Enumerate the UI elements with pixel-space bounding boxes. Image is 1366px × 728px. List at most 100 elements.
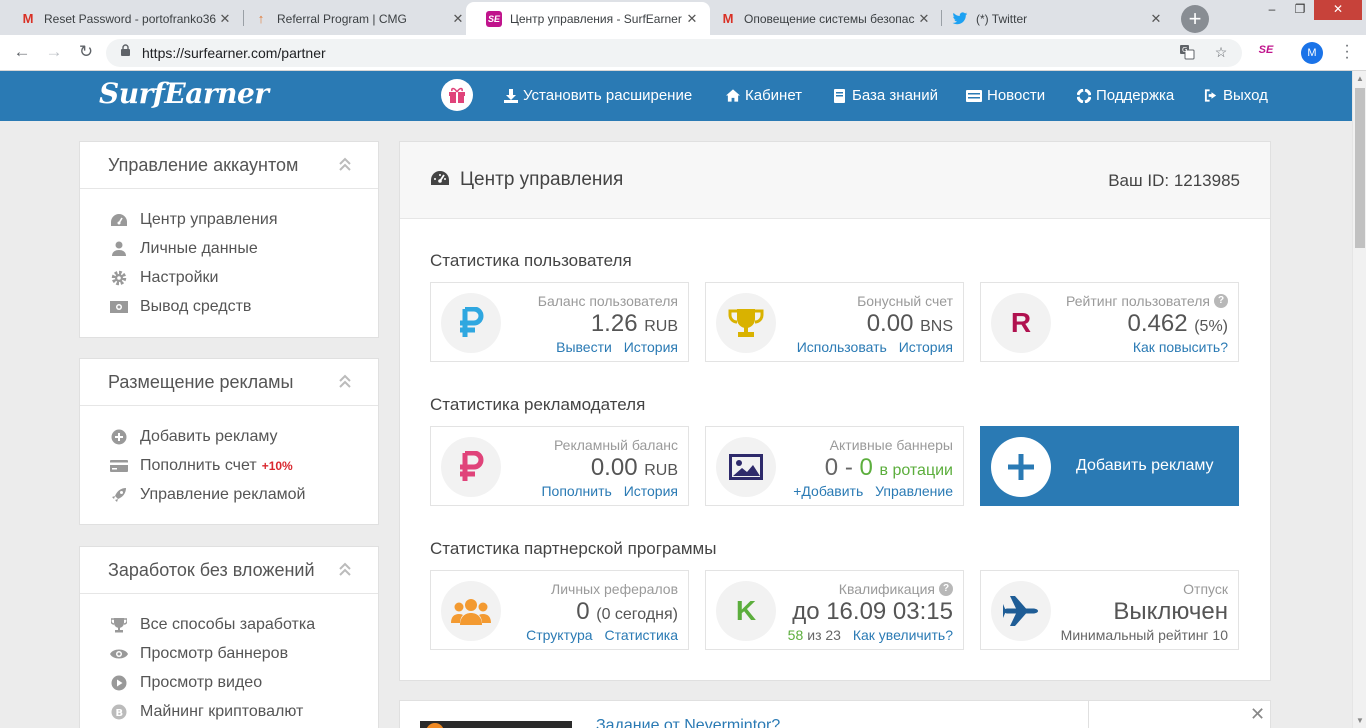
sidebar-item-personal-data[interactable]: Личные данные bbox=[80, 234, 378, 263]
close-icon[interactable]: ✕ bbox=[450, 11, 466, 27]
rating-icon: R bbox=[991, 293, 1051, 353]
sidebar-item-dashboard[interactable]: Центр управления bbox=[80, 205, 378, 234]
sidebar-item-video[interactable]: Просмотр видео bbox=[80, 668, 378, 697]
url-text: https://surfearner.com/partner bbox=[142, 45, 326, 61]
browser-tab-gmail-alert[interactable]: M Оповещение системы безопас ✕ bbox=[700, 2, 942, 35]
history-link[interactable]: История bbox=[899, 339, 953, 355]
scroll-thumb[interactable] bbox=[1355, 88, 1365, 248]
profile-avatar[interactable]: M bbox=[1301, 42, 1323, 64]
card-value: 0.462 (5%) bbox=[1127, 310, 1228, 337]
how-to-improve-link[interactable]: Как повысить? bbox=[1133, 339, 1228, 355]
structure-link[interactable]: Структура bbox=[526, 627, 592, 643]
nav-logout[interactable]: Выход bbox=[1204, 87, 1268, 104]
withdraw-link[interactable]: Вывести bbox=[556, 339, 612, 355]
scroll-up-arrow-icon[interactable]: ▲ bbox=[1356, 74, 1364, 83]
download-icon bbox=[504, 88, 518, 103]
address-bar[interactable]: https://surfearner.com/partner G ☆ bbox=[106, 39, 1242, 67]
sign-out-icon bbox=[1204, 89, 1218, 103]
card-ad-balance: Рекламный баланс 0.00 RUB Пополнить Исто… bbox=[430, 426, 689, 506]
new-tab-button[interactable]: + bbox=[1181, 5, 1209, 33]
user-id-value: 1213985 bbox=[1173, 171, 1240, 190]
card-value: 0 - 0 в ротации bbox=[824, 454, 953, 481]
sidebar-item-all-earning[interactable]: Все способы заработка bbox=[80, 610, 378, 639]
sidebar-account-header[interactable]: Управление аккаунтом bbox=[80, 142, 378, 189]
home-icon bbox=[726, 89, 740, 103]
card-label: Отпуск bbox=[1183, 581, 1228, 597]
nav-install-extension[interactable]: Установить расширение bbox=[504, 87, 692, 104]
qualification-icon: K bbox=[716, 581, 776, 641]
surfearner-extension-icon[interactable]: SE bbox=[1258, 44, 1274, 60]
forward-arrow-icon[interactable]: → bbox=[44, 43, 64, 63]
chevron-up-icon[interactable] bbox=[338, 373, 352, 389]
page-title: Центр управления bbox=[460, 169, 624, 190]
sidebar-item-settings[interactable]: Настройки bbox=[80, 263, 378, 292]
sidebar-section-title: Размещение рекламы bbox=[108, 371, 294, 392]
top-up-link[interactable]: Пополнить bbox=[541, 483, 611, 499]
tab-title: Referral Program | CMG bbox=[277, 11, 407, 26]
gift-icon[interactable] bbox=[441, 79, 473, 111]
help-icon[interactable]: ? bbox=[939, 582, 953, 596]
close-icon[interactable]: ✕ bbox=[1250, 704, 1265, 725]
card-label: Бонусный счет bbox=[857, 293, 953, 309]
browser-tab-gmail-reset[interactable]: M Reset Password - portofranko36 ✕ bbox=[0, 2, 243, 35]
sidebar-item-label: Пополнить счет bbox=[140, 456, 257, 474]
help-icon[interactable]: ? bbox=[1214, 294, 1228, 308]
back-arrow-icon[interactable]: ← bbox=[12, 43, 32, 63]
how-to-increase-link[interactable]: Как увеличить? bbox=[853, 627, 953, 643]
scroll-down-arrow-icon[interactable]: ▼ bbox=[1356, 716, 1364, 725]
sidebar-item-top-up[interactable]: Пополнить счет +10% bbox=[80, 451, 378, 480]
nav-label: Новости bbox=[987, 87, 1046, 104]
task-title-link[interactable]: Задание от Nevermintor? bbox=[596, 717, 780, 728]
chevron-up-icon[interactable] bbox=[338, 156, 352, 172]
plus-circle-icon bbox=[110, 428, 128, 446]
image-icon bbox=[716, 437, 776, 497]
browser-tab-surfearner[interactable]: SE Центр управления - SurfEarner ✕ bbox=[466, 2, 710, 35]
add-ad-button[interactable]: Добавить рекламу bbox=[980, 426, 1239, 506]
history-link[interactable]: История bbox=[624, 339, 678, 355]
history-link[interactable]: История bbox=[624, 483, 678, 499]
chevron-up-icon[interactable] bbox=[338, 561, 352, 577]
sidebar-item-withdraw[interactable]: Вывод средств bbox=[80, 292, 378, 321]
sidebar-item-manage-ads[interactable]: Управление рекламой bbox=[80, 480, 378, 509]
card-referrals: Личных рефералов 0 (0 сегодня) Структура… bbox=[430, 570, 689, 650]
sidebar-item-banners[interactable]: Просмотр баннеров bbox=[80, 639, 378, 668]
nav-label: Выход bbox=[1223, 87, 1268, 104]
sidebar-item-mining[interactable]: B Майнинг криптовалют bbox=[80, 697, 378, 726]
browser-menu-icon[interactable]: · · · bbox=[1340, 38, 1354, 66]
sidebar-item-label: Просмотр баннеров bbox=[140, 644, 289, 662]
use-link[interactable]: Использовать bbox=[797, 339, 887, 355]
restore-button[interactable]: ❐ bbox=[1286, 0, 1314, 20]
book-icon bbox=[833, 88, 847, 103]
manage-link[interactable]: Управление bbox=[875, 483, 953, 499]
bookmark-star-icon[interactable]: ☆ bbox=[1212, 44, 1230, 62]
close-icon[interactable]: ✕ bbox=[1148, 11, 1164, 27]
section-title-user-stats: Статистика пользователя bbox=[430, 251, 632, 270]
sidebar-item-label: Добавить рекламу bbox=[140, 427, 278, 445]
task-thumbnail[interactable] bbox=[420, 721, 572, 728]
close-icon[interactable]: ✕ bbox=[916, 11, 932, 27]
window-close-button[interactable]: ✕ bbox=[1314, 0, 1362, 20]
page-scrollbar[interactable]: ▲ ▼ bbox=[1352, 71, 1366, 728]
site-logo[interactable]: SurfEarner bbox=[99, 77, 269, 110]
minimize-button[interactable]: ‒ bbox=[1258, 0, 1286, 20]
add-banner-link[interactable]: +Добавить bbox=[793, 483, 863, 499]
sidebar-earn-header[interactable]: Заработок без вложений bbox=[80, 547, 378, 594]
close-icon[interactable]: ✕ bbox=[684, 11, 700, 27]
nav-news[interactable]: Новости bbox=[966, 87, 1045, 104]
dashboard-icon bbox=[430, 170, 450, 190]
browser-tab-twitter[interactable]: (*) Twitter ✕ bbox=[932, 2, 1174, 35]
nav-knowledge-base[interactable]: База знаний bbox=[833, 87, 938, 104]
divider bbox=[1088, 701, 1089, 728]
close-icon[interactable]: ✕ bbox=[217, 11, 233, 27]
card-label: Рекламный баланс bbox=[553, 437, 678, 453]
newspaper-icon bbox=[966, 89, 982, 103]
reload-icon[interactable]: ↻ bbox=[76, 43, 96, 63]
translate-icon[interactable]: G bbox=[1178, 44, 1196, 62]
sidebar-item-add-ad[interactable]: Добавить рекламу bbox=[80, 422, 378, 451]
browser-tab-cmg[interactable]: ↑ Referral Program | CMG ✕ bbox=[233, 2, 476, 35]
statistics-link[interactable]: Статистика bbox=[604, 627, 678, 643]
card-value: 0.00 BNS bbox=[866, 310, 953, 337]
nav-cabinet[interactable]: Кабинет bbox=[726, 87, 802, 104]
nav-support[interactable]: Поддержка bbox=[1077, 87, 1174, 104]
sidebar-ads-header[interactable]: Размещение рекламы bbox=[80, 359, 378, 406]
